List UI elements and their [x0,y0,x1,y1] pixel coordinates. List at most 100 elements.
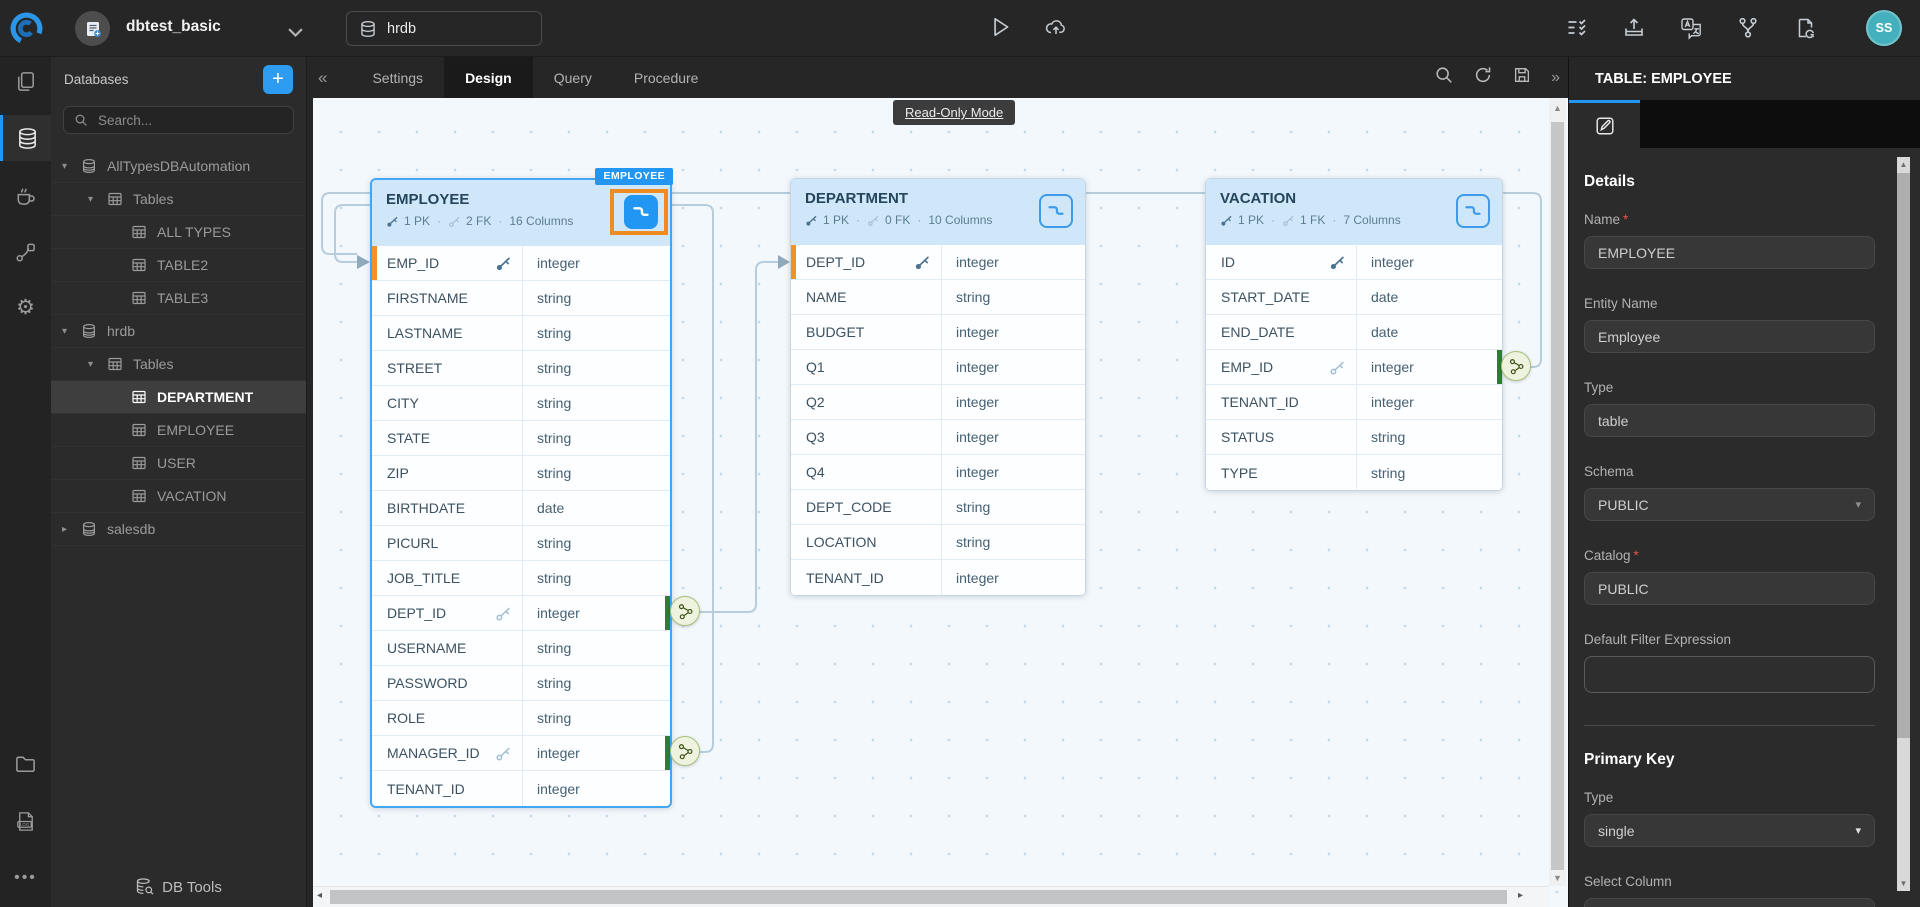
save-icon[interactable] [1512,65,1532,90]
play-icon[interactable] [988,15,1012,39]
er-column-password[interactable]: PASSWORDstring [372,666,670,701]
tab-procedure[interactable]: Procedure [613,57,720,98]
workspace-avatar[interactable] [75,11,110,46]
er-column-zip[interactable]: ZIPstring [372,456,670,491]
tree-item-vacation[interactable]: VACATION [51,480,306,513]
settings-gear-icon[interactable]: ⚙ [0,284,51,330]
tree-item-user[interactable]: USER [51,447,306,480]
er-canvas[interactable]: EMPLOYEE EMPLOYEE 1 PK·2 FK·16 Columns E… [313,98,1568,907]
er-column-job_title[interactable]: JOB_TITLEstring [372,561,670,596]
relation-badge-dept[interactable] [670,596,700,626]
tree-item-hrdb[interactable]: ▾hrdb [51,315,306,348]
er-column-end_date[interactable]: END_DATEdate [1206,315,1502,350]
share-network-icon[interactable] [1736,16,1760,40]
document-refresh-icon[interactable] [1793,16,1817,40]
er-column-state[interactable]: STATEstring [372,421,670,456]
er-column-dept_code[interactable]: DEPT_CODEstring [791,490,1085,525]
coffee-icon[interactable] [0,173,51,219]
er-column-manager_id[interactable]: MANAGER_IDinteger [372,736,670,771]
er-table-vacation[interactable]: VACATION 1 PK·1 FK·7 Columns IDintegerST… [1205,178,1503,491]
er-relations-button[interactable] [1039,194,1073,228]
er-column-status[interactable]: STATUSstring [1206,420,1502,455]
add-database-button[interactable]: + [263,65,293,94]
er-column-tenant_id[interactable]: TENANT_IDinteger [1206,385,1502,420]
scroll-right-icon[interactable]: ▸ [1518,890,1523,901]
er-column-emp_id[interactable]: EMP_IDinteger [372,246,670,281]
search-icon[interactable] [1434,65,1454,90]
tree-chevron-icon[interactable]: ▸ [62,524,81,535]
panel-scrollbar[interactable]: ▲ ▼ [1897,157,1910,891]
type-field[interactable] [1584,404,1875,437]
more-dots-icon[interactable]: ••• [0,855,51,901]
canvas-horizontal-scrollbar[interactable]: ◂ ▸ [313,886,1549,907]
er-table-employee[interactable]: EMPLOYEE EMPLOYEE 1 PK·2 FK·16 Columns E… [370,178,672,808]
er-column-q4[interactable]: Q4integer [791,455,1085,490]
tree-item-table3[interactable]: TABLE3 [51,282,306,315]
er-table-header[interactable]: EMPLOYEE 1 PK·2 FK·16 Columns [372,180,670,246]
er-relations-button[interactable] [1456,194,1490,228]
tree-item-alltypesdbautomation[interactable]: ▾AllTypesDBAutomation [51,150,306,183]
filter-field[interactable] [1584,656,1875,693]
chevron-double-right-icon[interactable]: » [1551,69,1560,87]
er-table-header[interactable]: DEPARTMENT 1 PK·0 FK·10 Columns [791,179,1085,245]
select-column-select[interactable]: EMP_ID▾ [1584,898,1875,907]
er-relations-button[interactable] [624,195,658,229]
log-file-icon[interactable]: LOG [0,798,51,844]
er-column-q3[interactable]: Q3integer [791,420,1085,455]
tree-item-tables[interactable]: ▾Tables [51,348,306,381]
er-column-tenant_id[interactable]: TENANT_IDinteger [791,560,1085,595]
er-column-name[interactable]: NAMEstring [791,280,1085,315]
tab-design[interactable]: Design [444,57,533,98]
er-column-dept_id[interactable]: DEPT_IDinteger [791,245,1085,280]
relation-badge-vacation[interactable] [1501,351,1531,381]
scroll-down-icon[interactable]: ▼ [1549,873,1566,883]
pages-icon[interactable] [0,58,51,104]
er-column-tenant_id[interactable]: TENANT_IDinteger [372,771,670,806]
schema-select[interactable]: PUBLIC▾ [1584,488,1875,521]
catalog-field[interactable] [1584,572,1875,605]
tab-query[interactable]: Query [533,57,613,98]
user-avatar[interactable]: SS [1866,10,1902,46]
er-column-birthdate[interactable]: BIRTHDATEdate [372,491,670,526]
er-column-lastname[interactable]: LASTNAMEstring [372,316,670,351]
folder-icon[interactable] [0,741,51,787]
scroll-up-icon[interactable]: ▲ [1897,160,1910,169]
refresh-icon[interactable] [1473,65,1493,90]
er-column-emp_id[interactable]: EMP_IDinteger [1206,350,1502,385]
search-box[interactable] [63,106,294,134]
tree-item-all-types[interactable]: ALL TYPES [51,216,306,249]
tab-settings[interactable]: Settings [351,57,444,98]
er-column-firstname[interactable]: FIRSTNAMEstring [372,281,670,316]
er-column-street[interactable]: STREETstring [372,351,670,386]
workspace-name[interactable]: dbtest_basic [126,18,221,36]
er-column-q1[interactable]: Q1integer [791,350,1085,385]
tree-chevron-icon[interactable]: ▾ [88,359,107,370]
tasks-checklist-icon[interactable] [1565,16,1589,40]
tree-chevron-icon[interactable]: ▾ [62,161,81,172]
scroll-up-icon[interactable]: ▲ [1549,103,1566,113]
er-column-dept_id[interactable]: DEPT_IDinteger [372,596,670,631]
er-column-budget[interactable]: BUDGETinteger [791,315,1085,350]
tree-item-salesdb[interactable]: ▸salesdb [51,513,306,546]
name-field[interactable] [1584,236,1875,269]
er-column-city[interactable]: CITYstring [372,386,670,421]
tree-chevron-icon[interactable]: ▾ [88,194,107,205]
er-column-role[interactable]: ROLEstring [372,701,670,736]
tree-chevron-icon[interactable]: ▾ [62,326,81,337]
er-column-q2[interactable]: Q2integer [791,385,1085,420]
search-input[interactable] [96,112,283,129]
er-column-id[interactable]: IDinteger [1206,245,1502,280]
er-table-header[interactable]: VACATION 1 PK·1 FK·7 Columns [1206,179,1502,245]
er-column-start_date[interactable]: START_DATEdate [1206,280,1502,315]
horizontal-scroll-thumb[interactable] [330,890,1507,904]
er-column-type[interactable]: TYPEstring [1206,455,1502,490]
er-table-department[interactable]: DEPARTMENT 1 PK·0 FK·10 Columns DEPT_IDi… [790,178,1086,596]
vertical-scroll-thumb[interactable] [1551,122,1564,870]
tree-item-employee[interactable]: EMPLOYEE [51,414,306,447]
chevron-down-icon[interactable] [288,24,303,42]
tree-item-tables[interactable]: ▾Tables [51,183,306,216]
tree-item-table2[interactable]: TABLE2 [51,249,306,282]
app-logo-icon[interactable] [8,10,45,47]
relation-badge-manager[interactable] [670,736,700,766]
collapse-sidebar-icon[interactable]: « [318,68,327,88]
